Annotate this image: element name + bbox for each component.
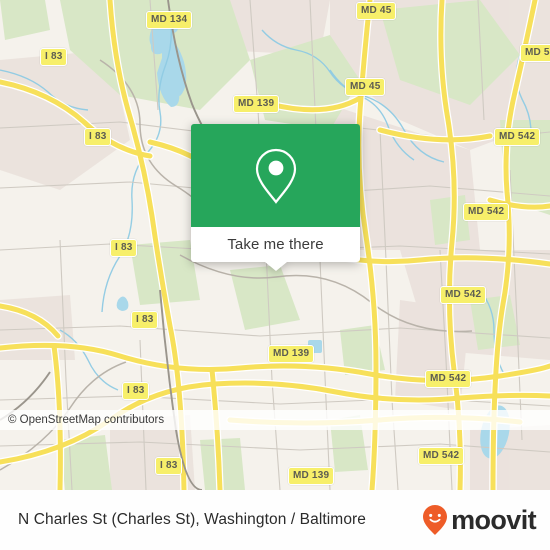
highway-shield: MD 139 — [288, 467, 335, 485]
station-title: N Charles St (Charles St), Washington / … — [18, 511, 367, 528]
map-canvas[interactable]: MD 134 MD 45 MD 54 I 83 MD 45 MD 139 I 83 MD 54… — [0, 0, 550, 490]
highway-shield: MD 542 — [418, 447, 465, 465]
highway-shield: MD 54 — [520, 44, 550, 62]
highway-shield: MD 542 — [440, 286, 487, 304]
highway-shield: I 83 — [84, 128, 112, 146]
highway-shield: MD 139 — [268, 345, 315, 363]
highway-shield: I 83 — [155, 457, 183, 475]
moovit-station-card: MD 134 MD 45 MD 54 I 83 MD 45 MD 139 I 83 MD 54… — [0, 0, 550, 550]
highway-shield: I 83 — [131, 311, 159, 329]
highway-shield: MD 134 — [146, 11, 193, 29]
popup-header — [191, 124, 360, 227]
map-attribution: © OpenStreetMap contributors — [0, 410, 550, 430]
highway-shield: MD 542 — [425, 370, 472, 388]
popup-pointer — [264, 262, 287, 271]
highway-shield: I 83 — [40, 48, 68, 66]
moovit-logo[interactable]: moovit — [422, 504, 537, 536]
take-me-there-label: Take me there — [227, 236, 324, 253]
highway-shield: MD 542 — [494, 128, 541, 146]
highway-shield: I 83 — [110, 239, 138, 257]
moovit-wordmark: moovit — [451, 504, 537, 535]
highway-shield: I 83 — [122, 382, 150, 400]
highway-shield: MD 45 — [345, 78, 386, 96]
attribution-text: © OpenStreetMap contributors — [8, 414, 165, 426]
take-me-there-button[interactable]: Take me there — [191, 227, 360, 262]
footer-bar: N Charles St (Charles St), Washington / … — [0, 490, 550, 550]
highway-shield: MD 45 — [356, 2, 397, 20]
highway-shield: MD 542 — [463, 203, 510, 221]
station-popup-card[interactable]: Take me there — [191, 124, 360, 271]
highway-shield: MD 139 — [233, 95, 280, 113]
map-pin-icon — [255, 148, 296, 204]
moovit-pin-smiley-icon — [423, 505, 448, 535]
